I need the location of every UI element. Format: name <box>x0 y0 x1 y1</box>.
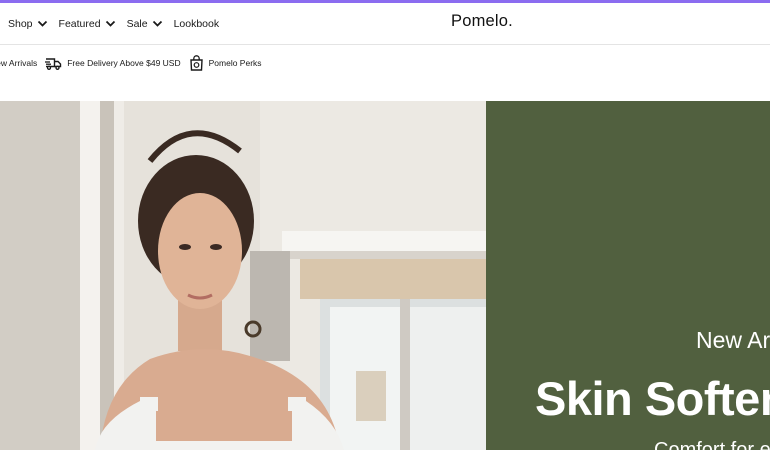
nav-item-shop[interactable]: Shop <box>8 18 48 30</box>
chevron-down-icon <box>105 20 115 27</box>
chevron-down-icon <box>152 20 162 27</box>
hero-headline: Skin Softeners <box>535 372 770 425</box>
perk-label: New Arrivals <box>0 58 38 68</box>
perk-free-delivery[interactable]: Free Delivery Above $49 USD <box>45 57 181 70</box>
nav-item-sale[interactable]: Sale <box>127 18 163 30</box>
hero-subline: Comfort for every day <box>654 439 770 450</box>
model-photo <box>0 101 486 450</box>
perk-label: Pomelo Perks <box>208 58 262 68</box>
delivery-truck-icon <box>45 57 62 70</box>
shopping-bag-icon <box>189 55 203 71</box>
perk-pomelo-perks[interactable]: Pomelo Perks <box>189 55 262 71</box>
chevron-down-icon <box>37 20 47 27</box>
perk-new-arrivals[interactable]: New Arrivals <box>0 58 37 68</box>
nav-item-lookbook[interactable]: Lookbook <box>174 18 220 30</box>
hero-text-panel: New Arrivals Skin Softeners Comfort for … <box>486 101 770 450</box>
perk-label: Free Delivery Above $49 USD <box>67 58 181 68</box>
nav-item-label: Sale <box>126 18 148 30</box>
hero-photo <box>0 101 486 450</box>
nav-item-label: Featured <box>58 18 101 30</box>
nav-item-featured[interactable]: Featured <box>59 18 116 30</box>
hero-banner[interactable]: New Arrivals Skin Softeners Comfort for … <box>0 101 770 450</box>
nav-item-label: Shop <box>8 18 33 30</box>
brand-logo[interactable]: Pomelo. <box>451 12 513 31</box>
nav-item-label: Lookbook <box>173 18 220 30</box>
top-nav: Shop Featured Sale Lookbook Pomelo. <box>0 3 770 45</box>
perks-strip: New Arrivals Free Delivery Above $49 USD… <box>0 52 262 74</box>
hero-kicker: New Arrivals <box>696 327 770 353</box>
main-menu: Shop Featured Sale Lookbook <box>8 3 219 45</box>
